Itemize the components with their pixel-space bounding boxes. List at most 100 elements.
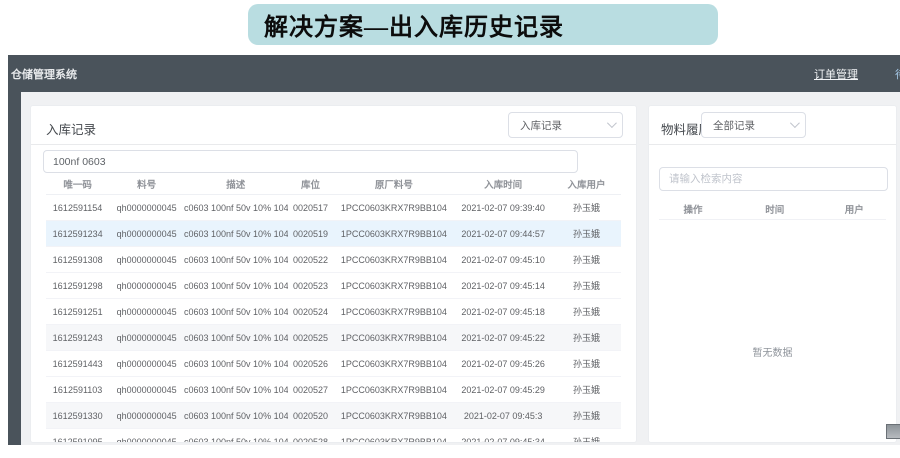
table-cell: 1PCC0603KRX7R9BB104 bbox=[334, 307, 455, 317]
table-cell: 1612591234 bbox=[46, 229, 109, 239]
table-cell: qh0000000045 bbox=[109, 437, 184, 444]
column-header: 入库用户 bbox=[552, 177, 621, 191]
table-cell: 孙玉娥 bbox=[552, 305, 621, 318]
inbound-records-panel: 入库记录 入库记录 唯一码料号描述库位原厂料号入库时间入库用户 16125911… bbox=[30, 105, 637, 443]
table-row[interactable]: 1612591103qh0000000045c0603 100nf 50v 10… bbox=[46, 377, 621, 403]
table-cell: 2021-02-07 09:39:40 bbox=[454, 203, 552, 213]
column-header: 唯一码 bbox=[46, 177, 109, 191]
table-cell: 1612591308 bbox=[46, 255, 109, 265]
chevron-down-icon bbox=[790, 118, 800, 128]
table-cell: 1PCC0603KRX7R9BB104 bbox=[334, 437, 455, 444]
table-cell: 0020520 bbox=[288, 411, 334, 421]
floating-widget-button[interactable] bbox=[886, 424, 900, 439]
table-cell: 1612591330 bbox=[46, 411, 109, 421]
table-cell: 1PCC0603KRX7R9BB104 bbox=[334, 333, 455, 343]
table-cell: 0020524 bbox=[288, 307, 334, 317]
column-header: 入库时间 bbox=[454, 177, 552, 191]
table-row[interactable]: 1612591095qh0000000045c0603 100nf 50v 10… bbox=[46, 429, 621, 443]
table-cell: 1PCC0603KRX7R9BB104 bbox=[334, 411, 455, 421]
history-filter-select[interactable]: 全部记录 bbox=[701, 112, 806, 138]
table-cell: 孙玉娥 bbox=[552, 201, 621, 214]
table-cell: 1PCC0603KRX7R9BB104 bbox=[334, 281, 455, 291]
table-cell: 孙玉娥 bbox=[552, 357, 621, 370]
column-header: 原厂料号 bbox=[334, 177, 455, 191]
record-type-select[interactable]: 入库记录 bbox=[508, 112, 623, 138]
record-type-select-value: 入库记录 bbox=[520, 118, 562, 133]
material-history-panel: 物料履历 全部记录 操作时间用户 暂无数据 bbox=[648, 105, 897, 443]
table-cell: 1PCC0603KRX7R9BB104 bbox=[334, 385, 455, 395]
table-cell: 孙玉娥 bbox=[552, 253, 621, 266]
table-cell: c0603 100nf 50v 10% 104 bbox=[184, 385, 288, 395]
table-cell: 2021-02-07 09:44:57 bbox=[454, 229, 552, 239]
table-row[interactable]: 1612591443qh0000000045c0603 100nf 50v 10… bbox=[46, 351, 621, 377]
table-cell: 2021-02-07 09:45:14 bbox=[454, 281, 552, 291]
table-row[interactable]: 1612591298qh0000000045c0603 100nf 50v 10… bbox=[46, 273, 621, 299]
table-cell: 1612591298 bbox=[46, 281, 109, 291]
empty-state-text: 暂无数据 bbox=[649, 344, 896, 359]
table-cell: c0603 100nf 50v 10% 104 bbox=[184, 333, 288, 343]
table-cell: qh0000000045 bbox=[109, 385, 184, 395]
content-area: 入库记录 入库记录 唯一码料号描述库位原厂料号入库时间入库用户 16125911… bbox=[21, 92, 900, 445]
nav-item-clipped[interactable]: 待 bbox=[895, 66, 900, 82]
nav-item-order-management[interactable]: 订单管理 bbox=[814, 66, 858, 82]
table-cell: 孙玉娥 bbox=[552, 279, 621, 292]
table-cell: 0020523 bbox=[288, 281, 334, 291]
table-cell: 1612591243 bbox=[46, 333, 109, 343]
table-cell: 0020528 bbox=[288, 437, 334, 444]
table-cell: 2021-02-07 09:45:29 bbox=[454, 385, 552, 395]
table-cell: 2021-02-07 09:45:22 bbox=[454, 333, 552, 343]
table-cell: 1612591154 bbox=[46, 203, 109, 213]
table-cell: qh0000000045 bbox=[109, 359, 184, 369]
app-window: 仓储管理系统 订单管理 待 入库记录 入库记录 唯一码料号描述库位原厂料号入库时… bbox=[8, 55, 900, 445]
table-cell: c0603 100nf 50v 10% 104 bbox=[184, 281, 288, 291]
table-cell: 1612591103 bbox=[46, 385, 109, 395]
table-cell: c0603 100nf 50v 10% 104 bbox=[184, 255, 288, 265]
table-cell: c0603 100nf 50v 10% 104 bbox=[184, 203, 288, 213]
table-cell: 2021-02-07 09:45:34 bbox=[454, 437, 552, 444]
table-cell: 1612591095 bbox=[46, 437, 109, 444]
table-row[interactable]: 1612591154qh0000000045c0603 100nf 50v 10… bbox=[46, 195, 621, 221]
table-cell: 孙玉娥 bbox=[552, 409, 621, 422]
table-cell: 2021-02-07 09:45:18 bbox=[454, 307, 552, 317]
inbound-panel-title: 入库记录 bbox=[46, 119, 96, 138]
table-cell: 2021-02-07 09:45:10 bbox=[454, 255, 552, 265]
slide-title: 解决方案—出入库历史记录 bbox=[264, 7, 564, 42]
table-cell: 0020522 bbox=[288, 255, 334, 265]
table-cell: 1PCC0603KRX7R9BB104 bbox=[334, 255, 455, 265]
history-filter-select-value: 全部记录 bbox=[713, 118, 755, 133]
table-cell: qh0000000045 bbox=[109, 203, 184, 213]
chevron-down-icon bbox=[607, 118, 617, 128]
inbound-search-input[interactable] bbox=[43, 150, 578, 173]
table-row[interactable]: 1612591330qh0000000045c0603 100nf 50v 10… bbox=[46, 403, 621, 429]
column-header: 库位 bbox=[288, 177, 334, 191]
panel-divider bbox=[649, 144, 896, 145]
table-row[interactable]: 1612591308qh0000000045c0603 100nf 50v 10… bbox=[46, 247, 621, 273]
table-cell: 0020519 bbox=[288, 229, 334, 239]
table-cell: 1612591443 bbox=[46, 359, 109, 369]
table-cell: c0603 100nf 50v 10% 104 bbox=[184, 307, 288, 317]
column-header: 用户 bbox=[822, 202, 886, 216]
table-cell: 1PCC0603KRX7R9BB104 bbox=[334, 229, 455, 239]
column-header: 描述 bbox=[184, 177, 288, 191]
app-header: 仓储管理系统 订单管理 待 bbox=[8, 55, 900, 92]
table-cell: qh0000000045 bbox=[109, 307, 184, 317]
column-header: 操作 bbox=[659, 202, 727, 216]
slide-title-banner: 解决方案—出入库历史记录 bbox=[248, 4, 718, 45]
table-cell: 0020525 bbox=[288, 333, 334, 343]
table-cell: c0603 100nf 50v 10% 104 bbox=[184, 229, 288, 239]
table-row[interactable]: 1612591251qh0000000045c0603 100nf 50v 10… bbox=[46, 299, 621, 325]
table-row[interactable]: 1612591234qh0000000045c0603 100nf 50v 10… bbox=[46, 221, 621, 247]
table-cell: 孙玉娥 bbox=[552, 331, 621, 344]
column-header: 时间 bbox=[727, 202, 822, 216]
table-cell: c0603 100nf 50v 10% 104 bbox=[184, 437, 288, 444]
collapsed-sidebar bbox=[8, 92, 21, 445]
page: 解决方案—出入库历史记录 仓储管理系统 订单管理 待 入库记录 入库记录 bbox=[0, 0, 900, 458]
table-cell: c0603 100nf 50v 10% 104 bbox=[184, 359, 288, 369]
table-cell: 2021-02-07 09:45:26 bbox=[454, 359, 552, 369]
app-brand: 仓储管理系统 bbox=[11, 66, 77, 82]
table-cell: qh0000000045 bbox=[109, 255, 184, 265]
table-row[interactable]: 1612591243qh0000000045c0603 100nf 50v 10… bbox=[46, 325, 621, 351]
history-search-input[interactable] bbox=[659, 167, 888, 191]
inbound-table-body: 1612591154qh0000000045c0603 100nf 50v 10… bbox=[46, 195, 621, 443]
table-cell: 0020526 bbox=[288, 359, 334, 369]
